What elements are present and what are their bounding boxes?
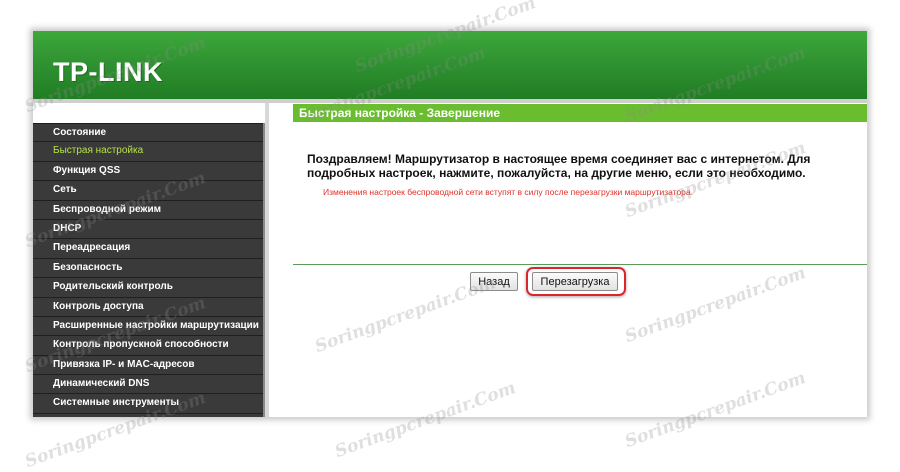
sidebar-item-security[interactable]: Безопасность: [33, 259, 263, 279]
sidebar-item-ddns[interactable]: Динамический DNS: [33, 375, 263, 395]
sidebar-item-advanced-routing[interactable]: Расширенные настройки маршрутизации: [33, 317, 263, 337]
sidebar-item-bandwidth-control[interactable]: Контроль пропускной способности: [33, 336, 263, 356]
sidebar-spacer: [33, 103, 265, 123]
sidebar-item-status[interactable]: Состояние: [33, 123, 263, 143]
sidebar-item-forwarding[interactable]: Переадресация: [33, 239, 263, 259]
back-button[interactable]: Назад: [470, 272, 518, 291]
sidebar-item-system-tools[interactable]: Системные инструменты: [33, 394, 263, 414]
sidebar-item-dhcp[interactable]: DHCP: [33, 220, 263, 240]
sidebar-item-quick-setup[interactable]: Быстрая настройка: [33, 142, 263, 162]
content-divider: [293, 264, 867, 265]
sidebar-item-wireless[interactable]: Беспроводной режим: [33, 201, 263, 220]
sidebar-menu: Состояние Быстрая настройка Функция QSS …: [33, 123, 265, 417]
wireless-note: Изменения настроек беспроводной сети вст…: [323, 187, 693, 197]
sidebar-item-parental-control[interactable]: Родительский контроль: [33, 278, 263, 298]
sidebar-item-access-control[interactable]: Контроль доступа: [33, 298, 263, 317]
main-content: [269, 103, 867, 417]
page-title: Быстрая настройка - Завершение: [293, 104, 867, 122]
sidebar-item-network[interactable]: Сеть: [33, 181, 263, 201]
sidebar-item-ip-mac-binding[interactable]: Привязка IP- и MAC-адресов: [33, 356, 263, 376]
router-admin-window: TP-LINK Состояние Быстрая настройка Функ…: [33, 31, 867, 417]
sidebar-item-qss[interactable]: Функция QSS: [33, 162, 263, 182]
header-banner: TP-LINK: [33, 31, 867, 103]
completion-message: Поздравляем! Маршрутизатор в настоящее в…: [307, 152, 811, 180]
tp-link-logo: TP-LINK: [53, 57, 163, 87]
reboot-button[interactable]: Перезагрузка: [532, 272, 618, 291]
